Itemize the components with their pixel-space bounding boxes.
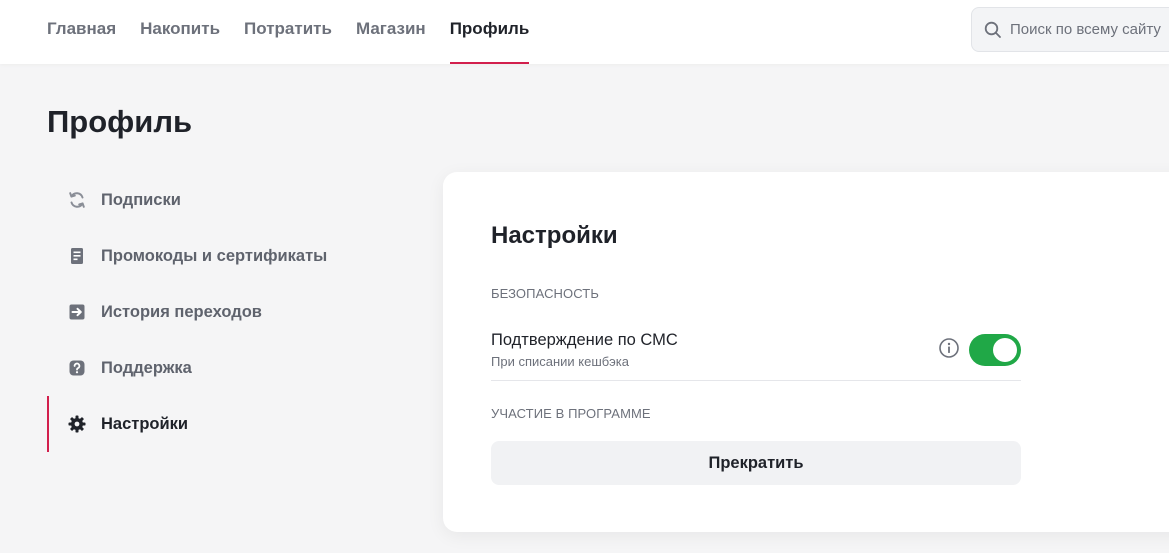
receipt-icon (67, 246, 87, 266)
sms-confirmation-subtitle: При списании кешбэка (491, 354, 629, 369)
page-title: Профиль (47, 104, 193, 139)
stop-participation-button[interactable]: Прекратить (491, 441, 1021, 485)
sidebar-item-label: Настройки (101, 414, 189, 433)
nav-item-save[interactable]: Накопить (140, 0, 220, 64)
question-icon (67, 358, 87, 378)
sidebar-item-history[interactable]: История переходов (47, 284, 407, 340)
search-icon (984, 21, 1001, 38)
sidebar-item-label: История переходов (101, 302, 262, 321)
sidebar-item-settings[interactable]: Настройки (47, 396, 407, 452)
sms-confirmation-title: Подтверждение по СМС (491, 331, 678, 349)
main-nav: Главная Накопить Потратить Магазин Профи… (47, 0, 553, 64)
sms-confirmation-toggle[interactable] (969, 334, 1021, 366)
sidebar-item-label: Поддержка (101, 358, 192, 377)
toggle-knob (993, 338, 1017, 362)
sidebar-item-label: Промокоды и сертификаты (101, 246, 328, 265)
divider (491, 380, 1021, 381)
sidebar-item-promocodes[interactable]: Промокоды и сертификаты (47, 228, 407, 284)
sidebar-item-subscriptions[interactable]: Подписки (47, 172, 407, 228)
settings-card: Настройки БЕЗОПАСНОСТЬ Подтверждение по … (443, 172, 1169, 532)
gear-icon (67, 414, 87, 434)
info-icon[interactable] (938, 337, 960, 359)
refresh-icon (67, 190, 87, 210)
profile-sidebar: Подписки Промокоды и сертификаты История… (47, 172, 407, 452)
program-section-label: УЧАСТИЕ В ПРОГРАММЕ (491, 406, 651, 421)
search-input[interactable] (1010, 21, 1169, 38)
sidebar-item-support[interactable]: Поддержка (47, 340, 407, 396)
arrow-right-box-icon (67, 302, 87, 322)
top-navigation: Главная Накопить Потратить Магазин Профи… (0, 0, 1169, 64)
search-box[interactable] (971, 7, 1169, 52)
sidebar-item-label: Подписки (101, 190, 181, 209)
security-section-label: БЕЗОПАСНОСТЬ (491, 286, 599, 301)
nav-item-profile[interactable]: Профиль (449, 0, 529, 64)
nav-item-shop[interactable]: Магазин (356, 0, 426, 64)
nav-item-spend[interactable]: Потратить (244, 0, 332, 64)
settings-title: Настройки (491, 222, 618, 249)
nav-item-home[interactable]: Главная (47, 0, 116, 64)
